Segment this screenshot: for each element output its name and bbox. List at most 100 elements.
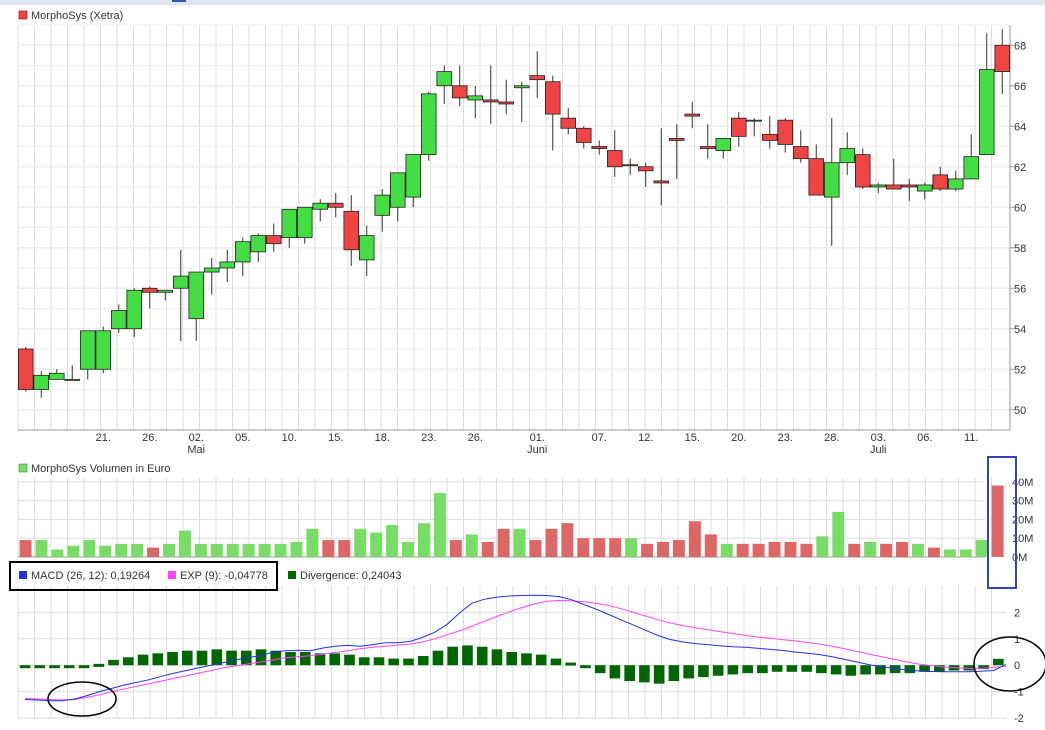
candle-down bbox=[343, 210, 360, 251]
volume-bar bbox=[688, 521, 701, 557]
volume-bar bbox=[593, 538, 606, 557]
divergence-bar bbox=[668, 665, 680, 682]
candle-down bbox=[141, 287, 158, 293]
divergence-bar bbox=[299, 652, 311, 666]
volume-bar bbox=[975, 540, 988, 557]
divergence-bar bbox=[108, 659, 119, 666]
volume-bar bbox=[242, 543, 255, 557]
price-legend-swatch bbox=[18, 10, 28, 20]
volume-bar bbox=[864, 541, 877, 557]
month-label: Juni bbox=[527, 444, 547, 456]
volume-bar bbox=[290, 541, 303, 557]
divergence-bar bbox=[491, 649, 503, 666]
volume-bar bbox=[465, 534, 478, 557]
candle-down bbox=[653, 180, 670, 184]
candle-up bbox=[126, 289, 143, 330]
candle-up bbox=[374, 194, 391, 216]
volume-bar bbox=[274, 543, 287, 557]
candle-down bbox=[854, 154, 871, 188]
divergence-bar bbox=[698, 665, 709, 678]
divergence-bar bbox=[447, 646, 459, 666]
divergence-bar bbox=[757, 665, 768, 674]
divergence-bar bbox=[712, 665, 724, 676]
divergence-bar bbox=[565, 662, 576, 666]
divergence-legend-swatch bbox=[288, 571, 296, 579]
price-y-tick-label: 62 bbox=[1014, 162, 1026, 174]
candle-up bbox=[79, 330, 96, 370]
volume-bar bbox=[99, 545, 112, 557]
candle-up bbox=[405, 154, 422, 198]
volume-bar-series bbox=[19, 485, 1004, 557]
divergence-bar bbox=[137, 654, 149, 666]
volume-bar bbox=[991, 485, 1004, 557]
volume-bar bbox=[210, 543, 223, 557]
exp-legend-swatch bbox=[168, 571, 176, 579]
candle-up bbox=[358, 235, 375, 261]
divergence-bar bbox=[285, 652, 296, 666]
macd-line bbox=[24, 594, 1007, 702]
divergence-bar bbox=[653, 665, 665, 684]
volume-bar bbox=[625, 538, 638, 557]
divergence-bar bbox=[993, 658, 1004, 666]
candle-down bbox=[327, 202, 344, 208]
volume-bar bbox=[163, 543, 175, 557]
volume-bar bbox=[896, 541, 908, 557]
divergence-bar bbox=[830, 665, 842, 675]
x-tick-label: 05. bbox=[235, 432, 250, 444]
x-tick-label: 23. bbox=[421, 432, 436, 444]
volume-bar bbox=[402, 541, 414, 557]
x-tick-label: 15. bbox=[328, 432, 343, 444]
divergence-bar bbox=[432, 650, 444, 666]
divergence-bar bbox=[535, 654, 547, 666]
candle-down bbox=[482, 99, 499, 103]
divergence-bar bbox=[122, 657, 134, 666]
price-y-ticks: 50 52 54 56 58 60 62 64 66 68 bbox=[1010, 40, 1026, 417]
divergence-bar bbox=[196, 650, 208, 666]
volume-bar bbox=[609, 538, 622, 557]
volume-bar bbox=[51, 549, 64, 557]
divergence-bar bbox=[521, 653, 532, 666]
volume-bar bbox=[194, 543, 207, 557]
candle-up bbox=[281, 208, 298, 239]
divergence-bar bbox=[19, 665, 31, 669]
candle-down bbox=[792, 146, 809, 160]
divergence-bar bbox=[771, 665, 783, 672]
price-y-tick-label: 50 bbox=[1014, 405, 1026, 417]
volume-bar bbox=[258, 543, 271, 557]
volume-bar bbox=[672, 540, 685, 557]
candle-down bbox=[901, 184, 918, 188]
divergence-bar bbox=[417, 655, 429, 666]
price-y-tick-label: 54 bbox=[1014, 324, 1026, 336]
candle-up bbox=[250, 235, 267, 253]
candle-up bbox=[963, 156, 980, 180]
volume-bar bbox=[354, 528, 367, 557]
volume-bar bbox=[800, 543, 813, 557]
x-tick-label: 26. bbox=[142, 432, 157, 444]
candle-down bbox=[777, 119, 794, 145]
divergence-bar bbox=[609, 665, 621, 679]
divergence-bar bbox=[594, 665, 606, 674]
volume-bar bbox=[19, 540, 32, 557]
divergence-bar bbox=[786, 665, 798, 672]
volume-bar bbox=[497, 528, 510, 557]
x-tick-label: 10. bbox=[282, 432, 297, 444]
divergence-bar bbox=[373, 657, 385, 666]
price-y-tick-label: 56 bbox=[1014, 283, 1026, 295]
divergence-bar bbox=[550, 658, 562, 666]
candle-up bbox=[746, 119, 763, 122]
divergence-bar bbox=[403, 658, 414, 666]
divergence-bar bbox=[904, 665, 916, 674]
macd-crossover-circle-left bbox=[47, 681, 117, 717]
candle-up bbox=[467, 95, 484, 101]
divergence-bar bbox=[181, 650, 193, 666]
divergence-bar bbox=[506, 652, 518, 666]
divergence-bar bbox=[624, 665, 635, 682]
volume-bar bbox=[577, 538, 590, 557]
candle-down bbox=[699, 146, 716, 149]
price-legend-label: MorphoSys (Xetra) bbox=[31, 10, 123, 22]
divergence-bar bbox=[358, 657, 370, 666]
volume-bar bbox=[943, 549, 956, 557]
candle-up bbox=[48, 372, 65, 380]
candlestick-series bbox=[17, 29, 1011, 398]
x-tick-label: 18. bbox=[375, 432, 390, 444]
